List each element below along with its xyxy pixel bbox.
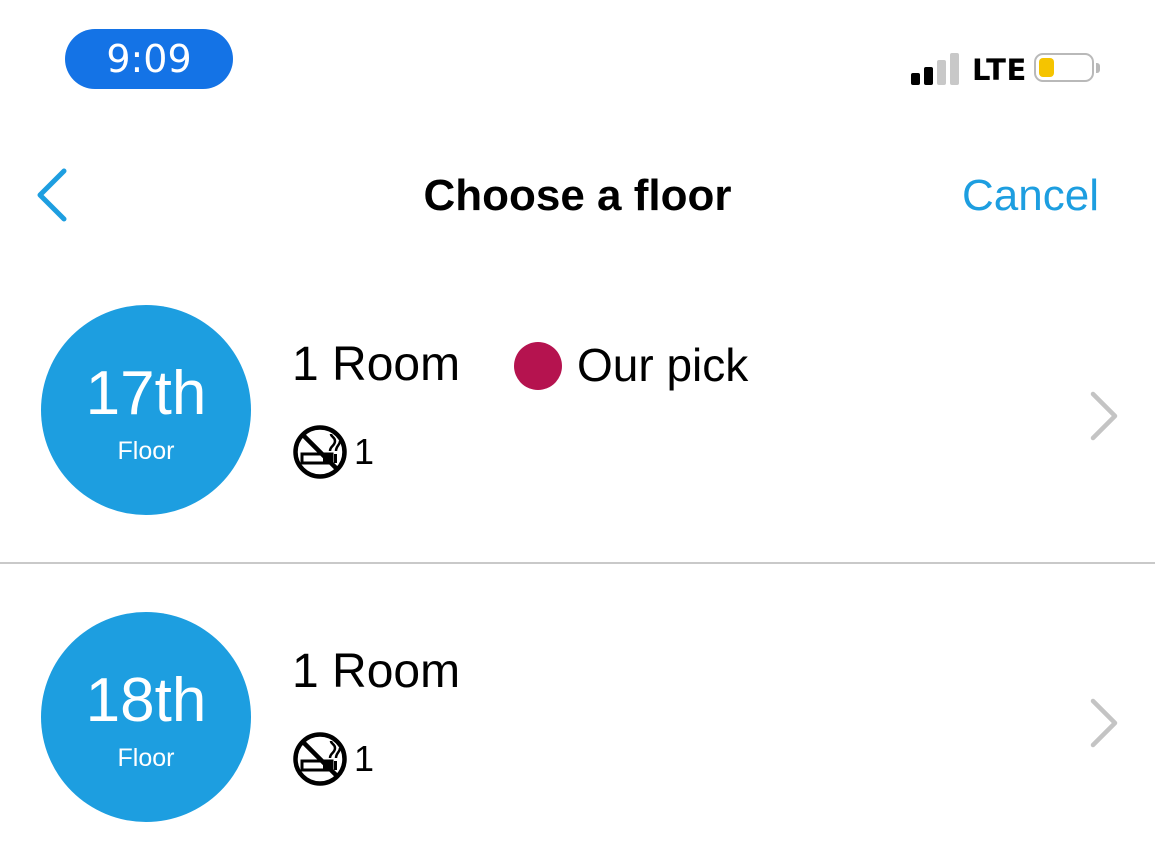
- battery-fill: [1039, 58, 1054, 77]
- floor-number: 18th: [85, 666, 207, 735]
- floor-row-18th[interactable]: 18th Floor 1 Room 1: [0, 564, 1155, 866]
- room-count: 1 Room: [292, 338, 461, 391]
- floor-label: Floor: [117, 437, 175, 465]
- floor-row-17th[interactable]: 17th Floor 1 Room Our pick 1: [0, 257, 1155, 563]
- signal-bar: [937, 60, 946, 85]
- room-count: 1 Room: [292, 645, 461, 698]
- our-pick-label: Our pick: [577, 339, 749, 391]
- battery-icon: [1034, 53, 1100, 84]
- status-bar: 9:09 LTE: [0, 0, 1155, 110]
- non-smoking-count: 1: [354, 431, 375, 472]
- signal-bar: [924, 67, 933, 85]
- status-time[interactable]: 9:09: [65, 29, 233, 89]
- page-title: Choose a floor: [423, 171, 732, 220]
- screen: 9:09 LTE Choose a floor Cancel 17th Floo…: [0, 0, 1155, 866]
- signal-bar: [950, 53, 959, 85]
- floor-label: Floor: [117, 744, 175, 772]
- back-button[interactable]: [28, 163, 78, 227]
- network-type: LTE: [972, 53, 1027, 87]
- battery-nub: [1096, 63, 1100, 73]
- floor-number: 17th: [85, 359, 207, 428]
- floor-badge: 17th Floor: [41, 305, 251, 515]
- our-pick-dot-icon: [514, 342, 562, 390]
- cancel-button[interactable]: Cancel: [962, 168, 1099, 224]
- no-smoking-icon: [293, 732, 347, 786]
- no-smoking-icon: [293, 425, 347, 479]
- signal-bar: [911, 73, 920, 85]
- floor-badge: 18th Floor: [41, 612, 251, 822]
- chevron-right-icon: [1090, 698, 1118, 748]
- chevron-right-icon: [1090, 391, 1118, 441]
- chevron-left-icon: [37, 168, 67, 222]
- signal-strength-icon: [911, 53, 963, 85]
- non-smoking-count: 1: [354, 738, 375, 779]
